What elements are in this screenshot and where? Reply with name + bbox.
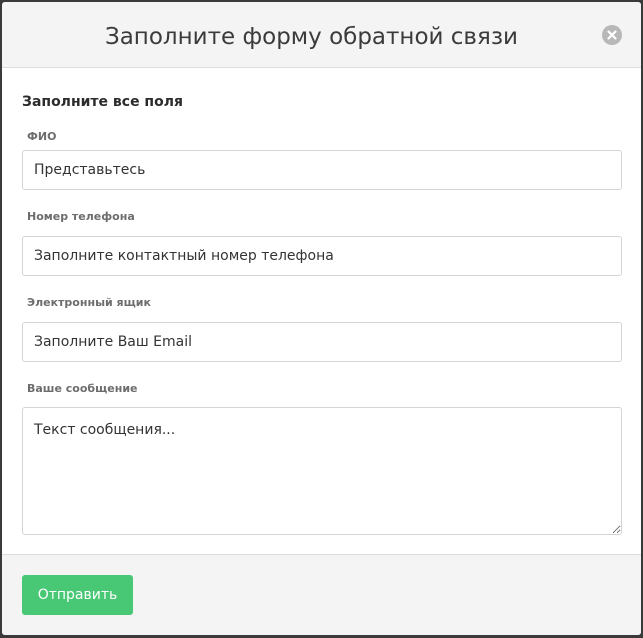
phone-input[interactable] xyxy=(22,236,622,276)
phone-label: Номер телефона xyxy=(27,210,135,223)
email-input[interactable] xyxy=(22,322,622,362)
submit-button[interactable]: Отправить xyxy=(22,575,133,615)
form-heading: Заполните все поля xyxy=(22,94,183,110)
message-label: Ваше сообщение xyxy=(27,382,138,395)
close-icon xyxy=(607,30,617,40)
name-input[interactable] xyxy=(22,150,622,190)
modal-header: Заполните форму обратной связи xyxy=(2,2,641,68)
modal-footer: Отправить xyxy=(2,554,641,635)
name-label: ФИО xyxy=(27,130,57,143)
close-button[interactable] xyxy=(602,25,622,45)
feedback-modal: Заполните форму обратной связи Заполните… xyxy=(2,2,641,635)
modal-title: Заполните форму обратной связи xyxy=(104,24,519,50)
message-textarea[interactable] xyxy=(22,407,622,535)
modal-body: Заполните все поля ФИО Номер телефона Эл… xyxy=(2,68,641,554)
email-label: Электронный ящик xyxy=(27,296,151,309)
